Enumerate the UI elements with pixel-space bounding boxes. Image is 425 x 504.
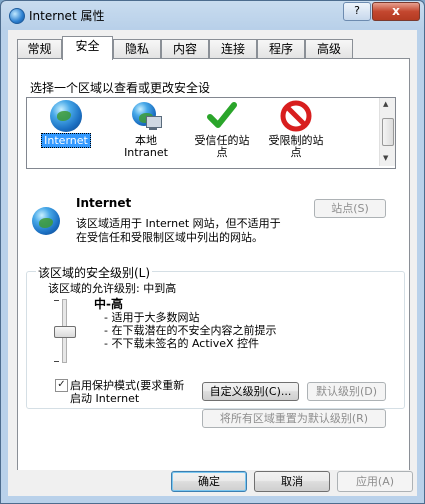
tab-general[interactable]: 常规	[17, 39, 62, 58]
dialog-client-area: 常规 安全 隐私 内容 连接 程序 高级 选择一个区域以查看或更改安全设 Int…	[8, 30, 417, 496]
zone-label: Internet	[41, 133, 91, 148]
tab-programs[interactable]: 程序	[257, 39, 305, 58]
cancel-button[interactable]: 取消	[254, 471, 330, 492]
zone-local-intranet[interactable]: 本地 Intranet	[109, 100, 183, 159]
protected-mode-label-line2[interactable]: 启动 Internet	[70, 390, 139, 406]
help-button[interactable]: ?	[343, 2, 371, 21]
close-button[interactable]: x	[372, 2, 420, 21]
zone-label-line2: Intranet	[124, 146, 168, 159]
level-name: 中-高	[94, 297, 123, 311]
zone-label-line2: 点	[290, 146, 302, 159]
security-level-title: 该区域的安全级别(L)	[36, 264, 153, 281]
zone-list-scrollbar[interactable]: ▲ ▼	[379, 98, 395, 166]
sites-button[interactable]: 站点(S)	[314, 199, 386, 218]
internet-globe-icon	[9, 8, 25, 24]
scroll-up-icon[interactable]: ▲	[383, 100, 388, 108]
zone-description-line2: 在受信任和受限制区域中列出的网站。	[76, 231, 263, 244]
local-intranet-icon	[130, 100, 162, 132]
window-title: Internet 属性	[29, 9, 105, 23]
zone-name: Internet	[76, 196, 132, 210]
slider-tick	[54, 300, 59, 301]
tab-connections[interactable]: 连接	[209, 39, 257, 58]
check-icon: ✓	[57, 379, 66, 390]
restricted-no-icon	[280, 100, 312, 132]
security-level-slider-thumb[interactable]	[54, 325, 76, 338]
security-tab-panel: 选择一个区域以查看或更改安全设 Internet 本地 Intranet 受信任…	[17, 58, 410, 471]
zone-restricted-sites[interactable]: 受限制的站 点	[259, 100, 333, 159]
zone-trusted-sites[interactable]: 受信任的站 点	[185, 100, 259, 159]
default-level-button[interactable]: 默认级别(D)	[307, 382, 386, 401]
trusted-check-icon	[206, 100, 238, 132]
scroll-down-icon[interactable]: ▼	[383, 154, 388, 162]
zone-internet[interactable]: Internet	[29, 100, 103, 148]
title-bar[interactable]: Internet 属性 ? x	[1, 1, 424, 31]
level-bullet: - 在下载潜在的不安全内容之前提示	[104, 324, 277, 337]
reset-all-zones-button[interactable]: 将所有区域重置为默认级别(R)	[202, 409, 386, 428]
apply-button[interactable]: 应用(A)	[337, 471, 413, 492]
zone-list[interactable]: Internet 本地 Intranet 受信任的站 点 受限制的站 点 ▲ ▼	[26, 97, 396, 169]
protected-mode-checkbox[interactable]: ✓	[55, 379, 68, 392]
tab-privacy[interactable]: 隐私	[113, 39, 161, 58]
scroll-thumb[interactable]	[382, 118, 394, 146]
tab-advanced[interactable]: 高级	[305, 39, 353, 58]
globe-icon	[32, 207, 60, 235]
custom-level-button[interactable]: 自定义级别(C)...	[202, 382, 299, 401]
level-bullet: - 适用于大多数网站	[104, 311, 200, 324]
level-bullet: - 不下载未签名的 ActiveX 控件	[104, 337, 260, 350]
internet-properties-window: Internet 属性 ? x 常规 安全 隐私 内容 连接 程序 高级 选择一…	[0, 0, 425, 504]
zone-prompt: 选择一个区域以查看或更改安全设	[30, 81, 211, 95]
dialog-footer: 确定 取消 应用(A)	[8, 470, 417, 496]
level-description: - 适用于大多数网站 - 在下载潜在的不安全内容之前提示 - 不下载未签名的 A…	[104, 311, 276, 350]
tab-content[interactable]: 内容	[161, 39, 209, 58]
tab-security[interactable]: 安全	[62, 36, 113, 60]
ok-button[interactable]: 确定	[171, 471, 247, 492]
globe-icon	[50, 100, 82, 132]
slider-tick	[54, 361, 59, 362]
allowed-levels-text: 该区域的允许级别: 中到高	[48, 282, 177, 295]
zone-label-line2: 点	[216, 146, 228, 159]
